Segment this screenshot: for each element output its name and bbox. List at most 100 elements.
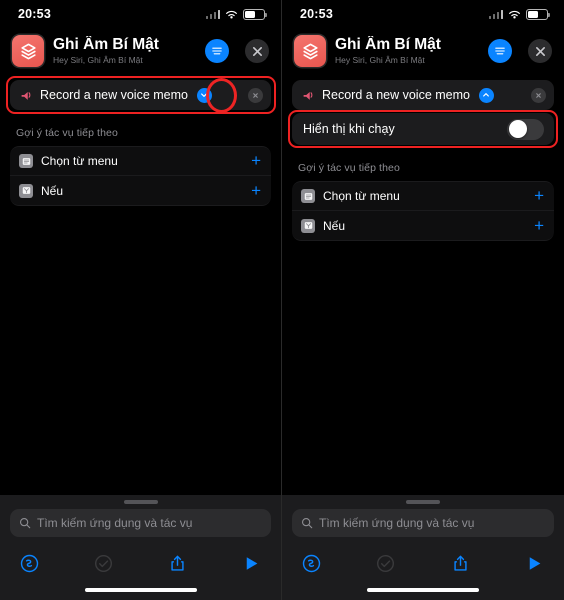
editor-body: Record a new voice memo Hiển thị khi chạ… bbox=[282, 74, 564, 495]
sheet-grabber-handle[interactable] bbox=[282, 495, 564, 509]
voice-memo-icon bbox=[19, 88, 33, 102]
share-button[interactable] bbox=[451, 554, 470, 573]
play-icon bbox=[529, 556, 541, 570]
battery-icon bbox=[526, 8, 550, 20]
editor-body: Record a new voice memo Gợi ý tác vụ tiế… bbox=[0, 74, 281, 495]
action-label: Record a new voice memo bbox=[40, 88, 188, 102]
plus-icon[interactable]: + bbox=[534, 187, 544, 204]
play-icon bbox=[246, 556, 258, 570]
suggestions-heading: Gợi ý tác vụ tiếp theo bbox=[16, 127, 118, 139]
cellular-bars-icon bbox=[488, 9, 503, 19]
automation-clock-icon-disabled bbox=[377, 554, 395, 572]
suggestion-label: Nếu bbox=[41, 183, 64, 198]
battery-icon bbox=[243, 8, 267, 20]
siri-record-icon bbox=[302, 554, 321, 572]
close-editor-button[interactable] bbox=[245, 39, 269, 63]
list-item[interactable]: Nếu + bbox=[10, 176, 271, 206]
search-placeholder: Tìm kiếm ứng dụng và tác vụ bbox=[319, 516, 475, 530]
run-shortcut-button[interactable] bbox=[525, 554, 544, 573]
show-when-run-label: Hiển thị khi chạy bbox=[303, 122, 395, 136]
plus-icon[interactable]: + bbox=[534, 217, 544, 234]
shortcuts-layers-icon bbox=[294, 35, 326, 67]
shortcut-header: Ghi Âm Bí Mật Hey Siri, Ghi Âm Bí Mật bbox=[0, 28, 281, 74]
phone-screen-right: 20:53 Ghi Âm Bí Mật Hey Siri, Ghi Âm Bí … bbox=[282, 0, 564, 600]
if-branch-icon bbox=[301, 218, 315, 233]
close-icon bbox=[253, 92, 258, 98]
page-title: Ghi Âm Bí Mật bbox=[53, 36, 159, 53]
show-when-run-toggle[interactable] bbox=[507, 118, 544, 140]
status-bar-time: 20:53 bbox=[18, 7, 51, 21]
if-branch-icon bbox=[19, 183, 33, 198]
siri-record-button[interactable] bbox=[302, 554, 321, 573]
menu-list-icon bbox=[301, 189, 315, 203]
remove-action-button[interactable] bbox=[531, 87, 546, 103]
automation-button-disabled bbox=[376, 554, 395, 573]
search-icon bbox=[19, 517, 31, 529]
share-icon bbox=[171, 555, 184, 571]
editor-toolbar bbox=[282, 546, 564, 580]
suggestions-heading: Gợi ý tác vụ tiếp theo bbox=[298, 162, 400, 174]
search-container: Tìm kiếm ứng dụng và tác vụ bbox=[282, 509, 564, 546]
status-bar: 20:53 bbox=[0, 0, 281, 28]
action-label: Record a new voice memo bbox=[322, 88, 470, 102]
page-subtitle: Hey Siri, Ghi Âm Bí Mật bbox=[335, 55, 425, 65]
suggestion-label: Chọn từ menu bbox=[41, 154, 118, 168]
action-disclosure-button[interactable] bbox=[196, 87, 212, 103]
shortcuts-layers-icon bbox=[12, 35, 44, 67]
status-bar-indicators bbox=[488, 8, 550, 20]
search-icon bbox=[301, 517, 313, 529]
list-item[interactable]: Chọn từ menu + bbox=[292, 181, 554, 211]
list-item[interactable]: Chọn từ menu + bbox=[10, 146, 271, 176]
dual-screenshot-comparison: 20:53 Ghi Âm Bí Mật Hey Siri, Ghi Âm Bí … bbox=[0, 0, 564, 600]
voice-memo-icon bbox=[301, 88, 315, 102]
suggestion-label: Chọn từ menu bbox=[323, 189, 400, 203]
remove-action-button[interactable] bbox=[248, 87, 263, 103]
page-subtitle: Hey Siri, Ghi Âm Bí Mật bbox=[53, 55, 143, 65]
page-title: Ghi Âm Bí Mật bbox=[335, 36, 441, 53]
close-icon bbox=[252, 46, 262, 56]
header-text-block: Ghi Âm Bí Mật Hey Siri, Ghi Âm Bí Mật bbox=[335, 36, 479, 66]
sheet-grabber-handle[interactable] bbox=[0, 495, 281, 509]
status-bar-time: 20:53 bbox=[300, 7, 333, 21]
search-input[interactable]: Tìm kiếm ứng dụng và tác vụ bbox=[292, 509, 554, 537]
cellular-bars-icon bbox=[205, 9, 220, 19]
chevron-down-icon bbox=[483, 93, 490, 97]
show-when-run-row[interactable]: Hiển thị khi chạy bbox=[292, 113, 554, 145]
home-indicator-area bbox=[0, 580, 281, 600]
plus-icon[interactable]: + bbox=[251, 182, 261, 199]
close-icon bbox=[535, 46, 545, 56]
editor-toolbar bbox=[0, 546, 281, 580]
wifi-icon bbox=[226, 10, 237, 19]
shortcut-settings-button[interactable] bbox=[205, 39, 229, 63]
phone-screen-left: 20:53 Ghi Âm Bí Mật Hey Siri, Ghi Âm Bí … bbox=[0, 0, 282, 600]
home-indicator-area bbox=[282, 580, 564, 600]
close-editor-button[interactable] bbox=[528, 39, 552, 63]
header-text-block: Ghi Âm Bí Mật Hey Siri, Ghi Âm Bí Mật bbox=[53, 36, 196, 66]
siri-record-button[interactable] bbox=[20, 554, 39, 573]
share-button[interactable] bbox=[168, 554, 187, 573]
action-row-record-voice-memo[interactable]: Record a new voice memo bbox=[10, 80, 271, 110]
list-item[interactable]: Nếu + bbox=[292, 211, 554, 241]
suggestions-list: Chọn từ menu + Nếu + bbox=[10, 146, 271, 206]
search-placeholder: Tìm kiếm ứng dụng và tác vụ bbox=[37, 516, 193, 530]
shortcut-settings-button[interactable] bbox=[488, 39, 512, 63]
action-row-record-voice-memo[interactable]: Record a new voice memo bbox=[292, 80, 554, 110]
status-bar-indicators bbox=[205, 8, 267, 20]
shortcut-header: Ghi Âm Bí Mật Hey Siri, Ghi Âm Bí Mật bbox=[282, 28, 564, 74]
siri-record-icon bbox=[20, 554, 39, 572]
plus-icon[interactable]: + bbox=[251, 152, 261, 169]
wifi-icon bbox=[509, 10, 520, 19]
sliders-icon bbox=[495, 47, 505, 55]
home-indicator[interactable] bbox=[367, 588, 479, 592]
chevron-down-icon bbox=[201, 93, 208, 97]
status-bar: 20:53 bbox=[282, 0, 564, 28]
search-input[interactable]: Tìm kiếm ứng dụng và tác vụ bbox=[10, 509, 271, 537]
search-container: Tìm kiếm ứng dụng và tác vụ bbox=[0, 509, 281, 546]
close-icon bbox=[536, 92, 541, 98]
home-indicator[interactable] bbox=[84, 588, 197, 592]
action-disclosure-button[interactable] bbox=[478, 87, 494, 103]
suggestion-label: Nếu bbox=[323, 218, 346, 233]
suggestions-list: Chọn từ menu + Nếu + bbox=[292, 181, 554, 241]
bottom-dock: Tìm kiếm ứng dụng và tác vụ bbox=[282, 495, 564, 600]
run-shortcut-button[interactable] bbox=[242, 554, 261, 573]
